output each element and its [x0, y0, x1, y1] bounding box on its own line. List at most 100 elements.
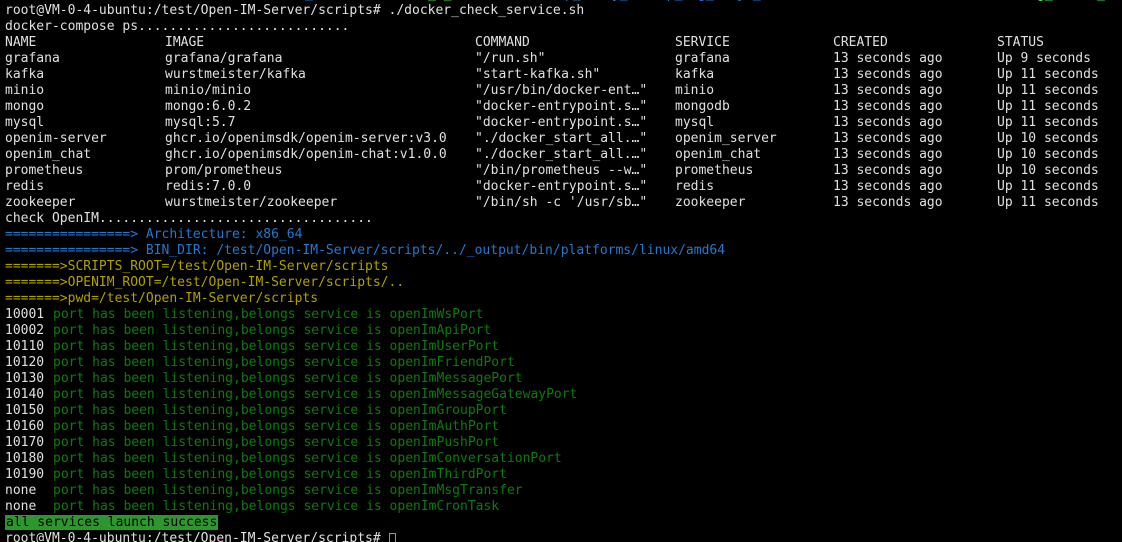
container-name: kafka — [5, 67, 165, 83]
container-image: mongo:6.0.2 — [165, 99, 475, 115]
clipped-text-fragment: _ — [305, 0, 313, 3]
port-check-line: 10180port has been listening,belongs ser… — [5, 451, 1122, 467]
column-header-image: IMAGE — [165, 35, 475, 51]
port-number: 10110 — [5, 339, 53, 355]
container-command: "docker-entrypoint.s…" — [475, 99, 675, 115]
port-number: none — [5, 499, 53, 515]
container-created: 13 seconds ago — [833, 115, 997, 131]
container-command: "docker-entrypoint.s…" — [475, 179, 675, 195]
port-number: 10190 — [5, 467, 53, 483]
bottom-prompt-line: root@VM-0-4-ubuntu:/test/Open-IM-Server/… — [5, 531, 1122, 542]
container-service: prometheus — [675, 163, 833, 179]
port-number: 10150 — [5, 403, 53, 419]
container-created: 13 seconds ago — [833, 83, 997, 99]
container-command: "/bin/prometheus --w…" — [475, 163, 675, 179]
container-image: ghcr.io/openimsdk/openim-chat:v1.0.0 — [165, 147, 475, 163]
success-line: all services launch success — [5, 515, 1122, 531]
clipped-text-fragment: p_ / y_ / p_ g_ /y _ — [565, 0, 761, 3]
container-created: 13 seconds ago — [833, 51, 997, 67]
container-name: prometheus — [5, 163, 165, 179]
success-badge: all services launch success — [5, 515, 218, 530]
container-image: redis:7.0.0 — [165, 179, 475, 195]
clipped-text-fragment: _ _ — [428, 0, 451, 3]
table-row: zookeeperwurstmeister/zookeeper"/bin/sh … — [5, 195, 1122, 211]
container-service: openim_server — [675, 131, 833, 147]
clipped-previous-line: _ _ _ p_ / y_ / p_ g_ /y _ g_ _ — [5, 0, 1122, 3]
container-created: 13 seconds ago — [833, 195, 997, 211]
container-created: 13 seconds ago — [833, 67, 997, 83]
port-number: 10002 — [5, 323, 53, 339]
container-image: grafana/grafana — [165, 51, 475, 67]
container-command: "./docker_start_all.…" — [475, 147, 675, 163]
container-status: Up 10 seconds — [997, 147, 1122, 163]
container-status: Up 11 seconds — [997, 195, 1122, 211]
container-command: "/run.sh" — [475, 51, 675, 67]
column-header-created: CREATED — [833, 35, 997, 51]
table-row: openim-serverghcr.io/openimsdk/openim-se… — [5, 131, 1122, 147]
container-command: "docker-entrypoint.s…" — [475, 115, 675, 131]
container-command: "/bin/sh -c '/usr/sb…" — [475, 195, 675, 211]
port-check-line: noneport has been listening,belongs serv… — [5, 499, 1122, 515]
container-status: Up 11 seconds — [997, 179, 1122, 195]
port-status-message: port has been listening,belongs service … — [53, 451, 562, 466]
scripts-root-line: =======>SCRIPTS_ROOT=/test/Open-IM-Serve… — [5, 259, 1122, 275]
port-status-message: port has been listening,belongs service … — [53, 323, 491, 338]
table-row: miniominio/minio"/usr/bin/docker-ent…"mi… — [5, 83, 1122, 99]
prompt-command-line: root@VM-0-4-ubuntu:/test/Open-IM-Server/… — [5, 3, 1122, 19]
clipped-text-fragment: _ — [1097, 0, 1105, 3]
table-row: mysqlmysql:5.7"docker-entrypoint.s…"mysq… — [5, 115, 1122, 131]
port-status-message: port has been listening,belongs service … — [53, 435, 499, 450]
port-number: 10001 — [5, 307, 53, 323]
container-service: mysql — [675, 115, 833, 131]
clipped-text-fragment: g_ — [1037, 0, 1053, 3]
column-header-name: NAME — [5, 35, 165, 51]
terminal-cursor — [389, 533, 396, 542]
port-status-message: port has been listening,belongs service … — [53, 339, 499, 354]
port-check-line: 10170port has been listening,belongs ser… — [5, 435, 1122, 451]
port-status-message: port has been listening,belongs service … — [53, 419, 499, 434]
port-status-message: port has been listening,belongs service … — [53, 371, 523, 386]
port-check-line: 10002port has been listening,belongs ser… — [5, 323, 1122, 339]
container-status: Up 11 seconds — [997, 99, 1122, 115]
column-header-command: COMMAND — [475, 35, 675, 51]
port-status-message: port has been listening,belongs service … — [53, 467, 507, 482]
container-status: Up 10 seconds — [997, 131, 1122, 147]
container-status: Up 10 seconds — [997, 163, 1122, 179]
check-openim-line: check OpenIM............................… — [5, 211, 1122, 227]
table-row: grafanagrafana/grafana"/run.sh"grafana13… — [5, 51, 1122, 67]
compose-ps-line: docker-compose ps.......................… — [5, 19, 1122, 35]
container-name: mongo — [5, 99, 165, 115]
openim-root-line: =======>OPENIM_ROOT=/test/Open-IM-Server… — [5, 275, 1122, 291]
container-status: Up 11 seconds — [997, 115, 1122, 131]
terminal-window[interactable]: _ _ _ p_ / y_ / p_ g_ /y _ g_ _ root@VM-… — [0, 0, 1122, 542]
port-status-message: port has been listening,belongs service … — [53, 403, 507, 418]
column-header-service: SERVICE — [675, 35, 833, 51]
port-number: 10120 — [5, 355, 53, 371]
container-command: "/usr/bin/docker-ent…" — [475, 83, 675, 99]
port-status-message: port has been listening,belongs service … — [53, 355, 515, 370]
container-service: zookeeper — [675, 195, 833, 211]
ps-table-rows: grafanagrafana/grafana"/run.sh"grafana13… — [5, 51, 1122, 211]
container-created: 13 seconds ago — [833, 147, 997, 163]
container-image: prom/prometheus — [165, 163, 475, 179]
port-check-line: 10160port has been listening,belongs ser… — [5, 419, 1122, 435]
port-check-line: 10120port has been listening,belongs ser… — [5, 355, 1122, 371]
container-service: kafka — [675, 67, 833, 83]
container-created: 13 seconds ago — [833, 163, 997, 179]
port-check-line: 10110port has been listening,belongs ser… — [5, 339, 1122, 355]
container-name: redis — [5, 179, 165, 195]
architecture-line: ================> Architecture: x86_64 — [5, 227, 1122, 243]
port-number: 10180 — [5, 451, 53, 467]
port-status-message: port has been listening,belongs service … — [53, 499, 499, 514]
bindir-line: ================> BIN_DIR: /test/Open-IM… — [5, 243, 1122, 259]
container-image: ghcr.io/openimsdk/openim-server:v3.0 — [165, 131, 475, 147]
port-number: 10160 — [5, 419, 53, 435]
container-service: openim_chat — [675, 147, 833, 163]
port-check-line: 10130port has been listening,belongs ser… — [5, 371, 1122, 387]
prompt-text: root@VM-0-4-ubuntu:/test/Open-IM-Server/… — [5, 531, 389, 542]
pwd-line: =======>pwd=/test/Open-IM-Server/scripts — [5, 291, 1122, 307]
port-number: none — [5, 483, 53, 499]
port-status-message: port has been listening,belongs service … — [53, 307, 483, 322]
table-row: mongomongo:6.0.2"docker-entrypoint.s…"mo… — [5, 99, 1122, 115]
column-header-status: STATUS — [997, 35, 1122, 51]
